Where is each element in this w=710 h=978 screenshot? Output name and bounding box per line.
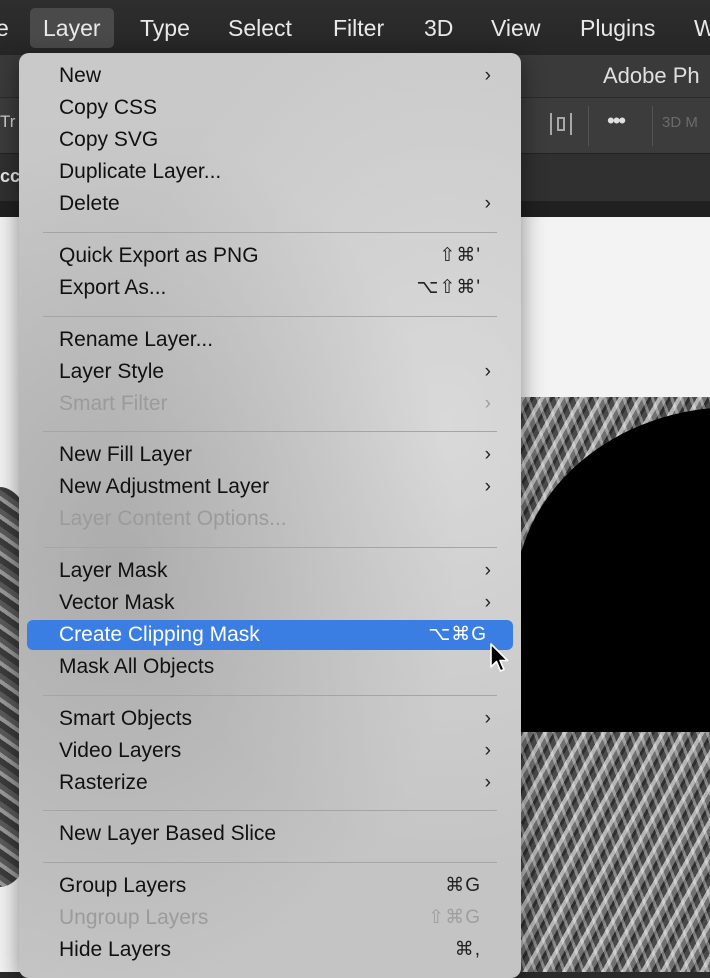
menu-separator (43, 316, 497, 317)
menu-separator (43, 862, 497, 863)
menu-item-delete[interactable]: Delete › (27, 189, 513, 219)
menu-item-label: New Fill Layer (59, 443, 193, 466)
menu-item-label: Vector Mask (59, 591, 175, 614)
menu-item-layer-mask[interactable]: Layer Mask › (27, 556, 513, 586)
chevron-right-icon: › (484, 193, 491, 214)
menu-item-video-layers[interactable]: Video Layers › (27, 736, 513, 766)
menu-separator (43, 810, 497, 811)
menubar-item-plugins[interactable]: Plugins (580, 8, 655, 48)
menu-item-shortcut: ⌥⇧⌘' (416, 277, 481, 298)
menu-item-ungroup-layers: Ungroup Layers ⇧⌘G (27, 903, 513, 933)
menu-separator (43, 695, 497, 696)
chevron-right-icon: › (484, 444, 491, 465)
menu-item-label: Layer Content Options... (59, 507, 287, 530)
chevron-right-icon: › (484, 772, 491, 793)
menu-item-label: Layer Style (59, 360, 165, 383)
3d-mode-label: 3D M (662, 114, 698, 131)
menu-item-label: Mask All Objects (59, 655, 215, 678)
menu-item-export-as[interactable]: Export As... ⌥⇧⌘' (27, 273, 513, 303)
chevron-right-icon: › (484, 65, 491, 86)
menu-item-label: Group Layers (59, 874, 187, 897)
layer-menu: New › Copy CSS Copy SVG Duplicate Layer.… (19, 53, 521, 978)
menu-item-label: New Adjustment Layer (59, 475, 270, 498)
menu-item-label: Smart Objects (59, 707, 193, 730)
menu-item-label: Copy SVG (59, 128, 159, 151)
menu-item-group-layers[interactable]: Group Layers ⌘G (27, 871, 513, 901)
menu-separator (43, 232, 497, 233)
chevron-right-icon: › (484, 476, 491, 497)
menu-item-create-clipping-mask[interactable]: Create Clipping Mask ⌥⌘G (27, 620, 513, 650)
menu-item-shortcut: ⌘, (454, 939, 481, 960)
menu-item-rasterize[interactable]: Rasterize › (27, 768, 513, 798)
menubar-item-filter[interactable]: Filter (333, 8, 384, 48)
menu-item-label: Layer Mask (59, 559, 168, 582)
menu-item-new-fill-layer[interactable]: New Fill Layer › (27, 440, 513, 470)
menu-item-shortcut: ⌥⌘G (428, 624, 487, 645)
menu-item-smart-filter: Smart Filter › (27, 389, 513, 419)
menu-item-vector-mask[interactable]: Vector Mask › (27, 588, 513, 618)
menu-item-layer-style[interactable]: Layer Style › (27, 357, 513, 387)
menu-item-label: Quick Export as PNG (59, 244, 259, 267)
menu-item-label: Delete (59, 192, 120, 215)
chevron-right-icon: › (484, 560, 491, 581)
menu-item-shortcut: ⌘G (445, 875, 481, 896)
chevron-right-icon: › (484, 361, 491, 382)
menubar-item-edit[interactable]: e (0, 8, 9, 48)
menu-item-label: New (59, 64, 102, 87)
chevron-right-icon: › (484, 393, 491, 414)
menubar-item-window[interactable]: W (694, 8, 710, 48)
menu-item-label: Rename Layer... (59, 328, 214, 351)
menu-item-smart-objects[interactable]: Smart Objects › (27, 704, 513, 734)
menu-item-label: Export As... (59, 276, 167, 299)
chevron-right-icon: › (484, 592, 491, 613)
menubar-item-select[interactable]: Select (228, 8, 292, 48)
menu-item-hide-layers[interactable]: Hide Layers ⌘, (27, 935, 513, 965)
menu-item-duplicate-layer[interactable]: Duplicate Layer... (27, 157, 513, 187)
divider (588, 106, 589, 146)
divider (652, 106, 653, 146)
menu-item-new-layer-based-slice[interactable]: New Layer Based Slice (27, 819, 513, 849)
menu-item-label: Copy CSS (59, 96, 158, 119)
menu-item-label: Hide Layers (59, 938, 172, 961)
menu-item-label: Smart Filter (59, 392, 168, 415)
menu-item-label: Rasterize (59, 771, 148, 794)
menu-item-label: Create Clipping Mask (59, 623, 260, 646)
menu-item-mask-all-objects[interactable]: Mask All Objects (27, 652, 513, 682)
chevron-right-icon: › (484, 740, 491, 761)
menu-item-quick-export-png[interactable]: Quick Export as PNG ⇧⌘' (27, 241, 513, 271)
menu-separator (43, 547, 497, 548)
menubar-item-type[interactable]: Type (140, 8, 190, 48)
document-tab[interactable]: cc (0, 166, 20, 187)
menu-item-new-adjustment-layer[interactable]: New Adjustment Layer › (27, 472, 513, 502)
menu-item-copy-svg[interactable]: Copy SVG (27, 125, 513, 155)
menu-separator (43, 431, 497, 432)
menubar-item-view[interactable]: View (491, 8, 540, 48)
menubar-item-3d[interactable]: 3D (424, 8, 453, 48)
menu-item-label: Video Layers (59, 739, 182, 762)
menu-item-shortcut: ⇧⌘G (428, 907, 481, 928)
menu-item-rename-layer[interactable]: Rename Layer... (27, 325, 513, 355)
menu-item-label: New Layer Based Slice (59, 822, 277, 845)
more-options-icon[interactable]: ••• (607, 108, 626, 134)
mouse-cursor-icon (490, 643, 509, 672)
menubar: e Layer Type Select Filter 3D View Plugi… (0, 0, 710, 55)
menu-item-copy-css[interactable]: Copy CSS (27, 93, 513, 123)
menu-item-shortcut: ⇧⌘' (439, 245, 481, 266)
options-bar-label: Tr (0, 112, 16, 131)
align-icon[interactable] (550, 111, 572, 137)
menu-item-label: Duplicate Layer... (59, 160, 222, 183)
menu-item-layer-content-options: Layer Content Options... (27, 504, 513, 534)
menu-item-label: Ungroup Layers (59, 906, 209, 929)
menu-item-new[interactable]: New › (27, 61, 513, 91)
app-title: Adobe Ph (603, 63, 700, 88)
chevron-right-icon: › (484, 708, 491, 729)
menubar-item-layer[interactable]: Layer (30, 8, 114, 48)
